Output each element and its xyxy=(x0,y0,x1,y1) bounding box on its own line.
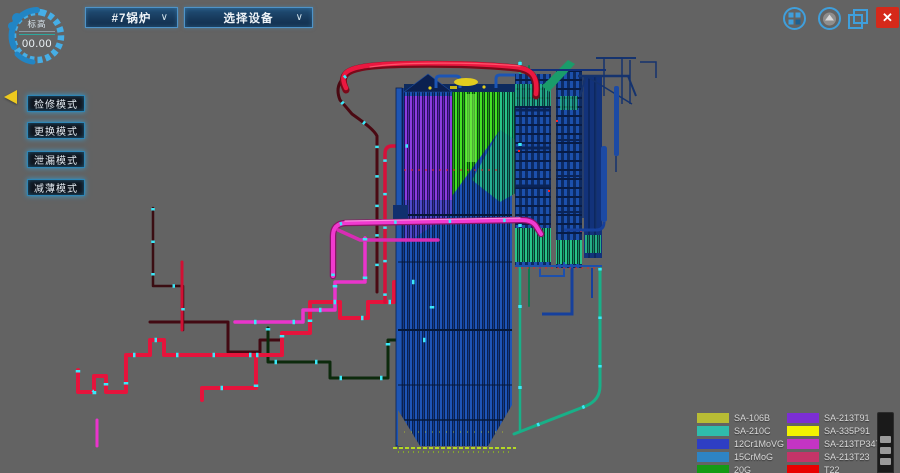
mode-button-thinning[interactable]: 减薄模式 xyxy=(27,179,85,196)
legend-swatch xyxy=(697,439,729,449)
legend-label: 15CrMoG xyxy=(734,452,773,462)
legend-label: SA-210C xyxy=(734,426,771,436)
scrollbar-mark xyxy=(880,447,891,454)
legend-swatch xyxy=(787,439,819,449)
mode-button-overhaul[interactable]: 检修模式 xyxy=(27,95,85,112)
mode-button-label: 检修模式 xyxy=(34,96,78,111)
close-button[interactable]: ✕ xyxy=(876,7,899,28)
legend-row: SA-335P91 xyxy=(787,426,887,436)
gauge-divider-accent xyxy=(19,34,55,35)
gauge-ring-icon xyxy=(3,2,71,72)
convection-pass xyxy=(513,60,606,314)
legend-swatch xyxy=(697,452,729,462)
mode-button-label: 更换模式 xyxy=(34,123,78,138)
boiler-3d-viewport[interactable] xyxy=(0,0,900,473)
legend-row: T22 xyxy=(787,465,887,473)
mode-button-leak[interactable]: 泄漏模式 xyxy=(27,151,85,168)
material-legend-right: SA-213T91 SA-335P91 SA-213TP347H SA-213T… xyxy=(787,413,887,473)
boiler-select-dropdown[interactable]: #7锅炉 ∨ xyxy=(85,7,178,28)
legend-swatch xyxy=(697,465,729,473)
scrollbar-mark xyxy=(880,436,891,443)
legend-scrollbar[interactable] xyxy=(877,412,894,473)
legend-label: T22 xyxy=(824,465,840,473)
legend-row: SA-210C xyxy=(697,426,784,436)
legend-row: 20G xyxy=(697,465,784,473)
legend-row: SA-106B xyxy=(697,413,784,423)
chevron-down-icon: ∨ xyxy=(161,12,169,23)
gauge-divider xyxy=(19,31,55,32)
chevron-down-icon: ∨ xyxy=(296,12,304,23)
legend-swatch xyxy=(787,426,819,436)
layout-grid-button[interactable] xyxy=(782,6,807,31)
legend-label: SA-213T91 xyxy=(824,413,870,423)
mode-button-label: 泄漏模式 xyxy=(34,152,78,167)
elevation-label: 标高 xyxy=(3,18,71,30)
legend-swatch xyxy=(787,465,819,473)
legend-swatch xyxy=(697,426,729,436)
legend-row: 12Cr1MoVG xyxy=(697,439,784,449)
legend-swatch xyxy=(787,452,819,462)
lamp-icon xyxy=(817,6,842,31)
close-icon: ✕ xyxy=(882,10,893,25)
left-pipe-cluster xyxy=(78,208,432,446)
legend-swatch xyxy=(787,413,819,423)
scrollbar-mark xyxy=(880,458,891,465)
mode-button-replace[interactable]: 更换模式 xyxy=(27,122,85,139)
legend-label: SA-335P91 xyxy=(824,426,870,436)
legend-label: SA-106B xyxy=(734,413,770,423)
view-mode-button[interactable] xyxy=(817,6,842,31)
material-legend-left: SA-106B SA-210C 12Cr1MoVG 15CrMoG 20G xyxy=(697,413,784,473)
boiler-monitor-app: { "gauge": { "label": "标高", "value": "00… xyxy=(0,0,900,473)
device-select-dropdown[interactable]: 选择设备 ∨ xyxy=(184,7,313,28)
boiler-select-value: #7锅炉 xyxy=(112,10,152,26)
elevation-gauge[interactable]: 标高 00.00 xyxy=(3,2,71,72)
grid-icon xyxy=(782,6,807,31)
collapse-panel-arrow-icon[interactable] xyxy=(4,90,17,104)
legend-row: SA-213T91 xyxy=(787,413,887,423)
legend-label: SA-213T23 xyxy=(824,452,870,462)
legend-label: 20G xyxy=(734,465,751,473)
legend-label: 12Cr1MoVG xyxy=(734,439,784,449)
furnace-tower xyxy=(393,74,530,452)
legend-row: SA-213T23 xyxy=(787,452,887,462)
copy-icon xyxy=(846,7,871,32)
legend-row: 15CrMoG xyxy=(697,452,784,462)
elevation-value: 00.00 xyxy=(3,38,71,50)
mode-button-label: 减薄模式 xyxy=(34,180,78,195)
windows-button[interactable] xyxy=(846,7,871,32)
legend-swatch xyxy=(697,413,729,423)
legend-row: SA-213TP347H xyxy=(787,439,887,449)
device-select-value: 选择设备 xyxy=(224,10,274,26)
